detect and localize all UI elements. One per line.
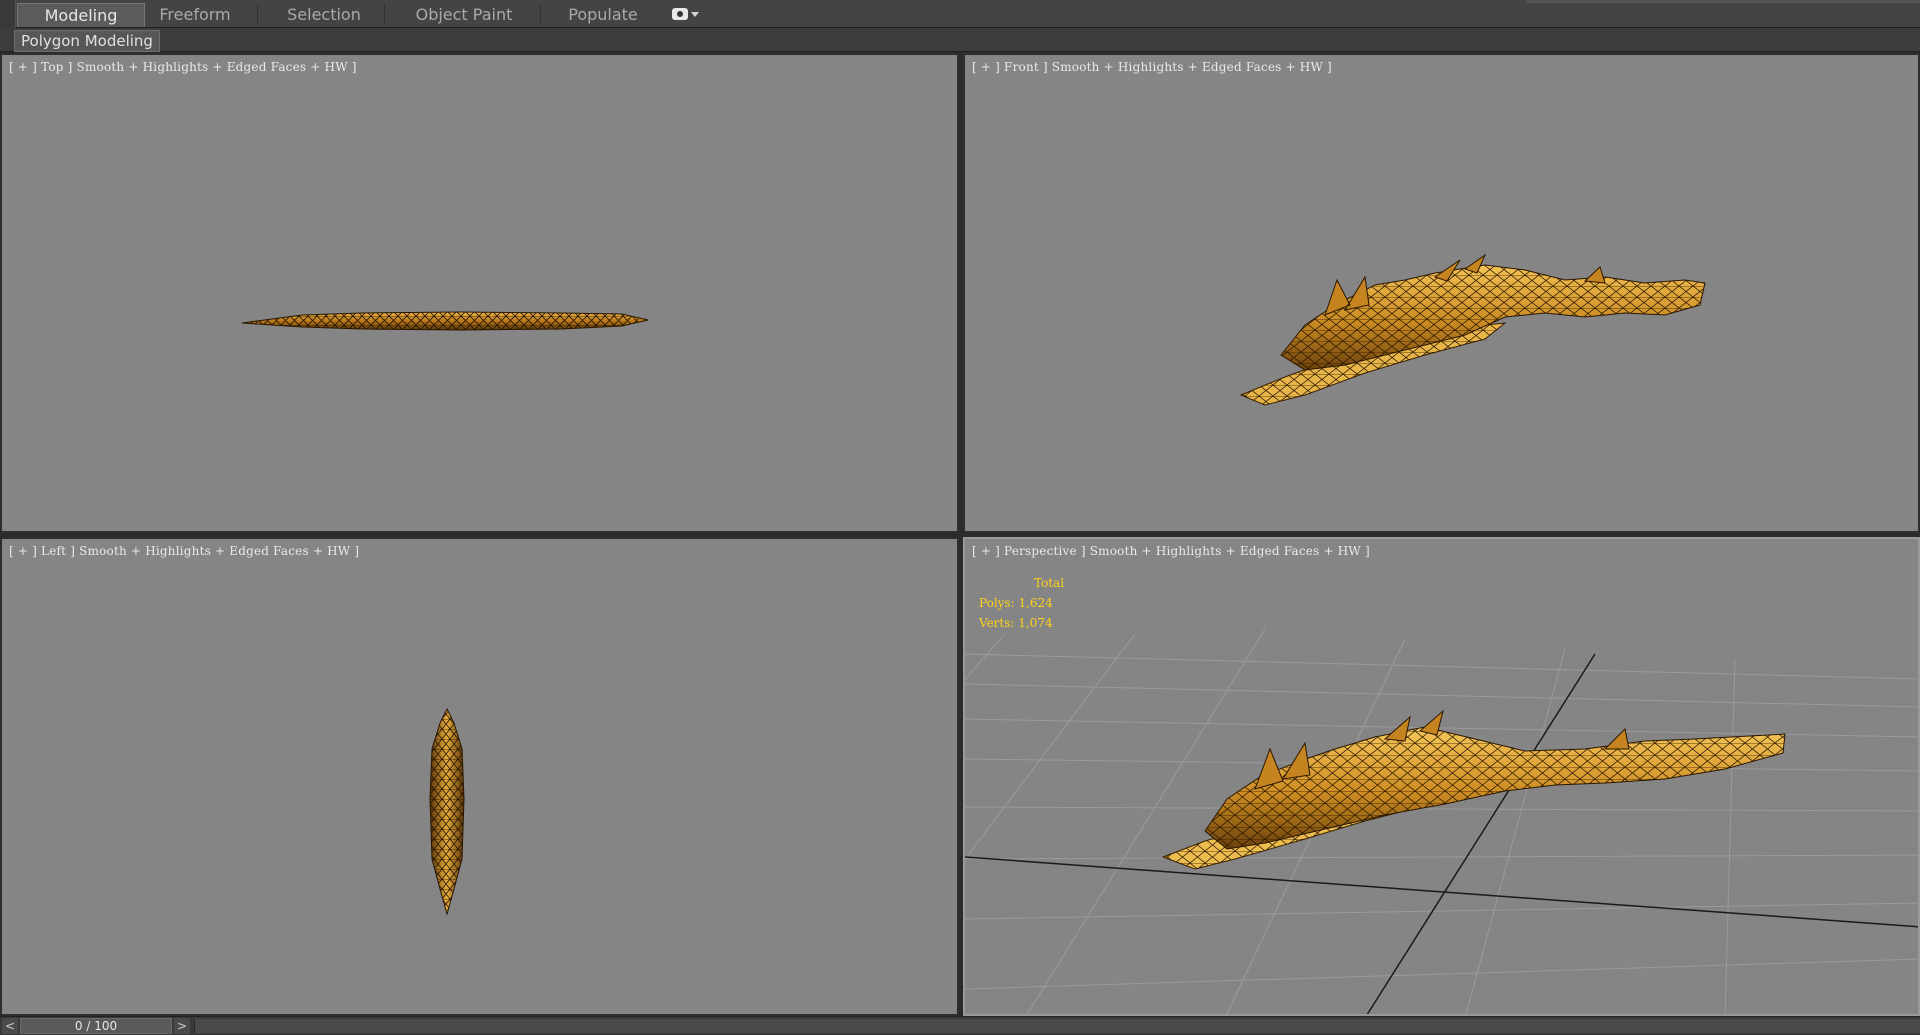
tab-divider bbox=[257, 4, 258, 24]
viewport-top[interactable]: [ + ] Top ] Smooth + Highlights + Edged … bbox=[0, 53, 959, 533]
home-grid bbox=[965, 628, 1918, 1014]
ribbon-tab-bar: Modeling Freeform Selection Object Paint… bbox=[0, 0, 1920, 28]
viewport-front[interactable]: [ + ] Front ] Smooth + Highlights + Edge… bbox=[963, 53, 1920, 533]
time-slider[interactable]: 0 / 100 bbox=[20, 1018, 172, 1034]
tab-freeform[interactable]: Freeform bbox=[145, 3, 245, 27]
time-slider-bar: < 0 / 100 > bbox=[0, 1016, 1920, 1035]
tab-selection[interactable]: Selection bbox=[270, 3, 378, 27]
viewport-perspective[interactable]: [ + ] Perspective ] Smooth + Highlights … bbox=[963, 537, 1920, 1016]
ribbon-options-button[interactable] bbox=[672, 6, 708, 22]
ribbon-edge bbox=[1527, 0, 1920, 3]
model-top-view bbox=[241, 311, 649, 331]
ribbon-grip[interactable] bbox=[0, 0, 16, 28]
tab-divider bbox=[384, 4, 385, 24]
tab-modeling[interactable]: Modeling bbox=[17, 3, 145, 27]
timeline-track[interactable] bbox=[194, 1019, 1920, 1033]
chevron-down-icon bbox=[691, 11, 699, 17]
eye-icon bbox=[672, 8, 688, 20]
tab-populate[interactable]: Populate bbox=[553, 3, 653, 27]
viewport-left[interactable]: [ + ] Left ] Smooth + Highlights + Edged… bbox=[0, 537, 959, 1016]
world-axes bbox=[965, 653, 1918, 1014]
ribbon-panel-bar: Polygon Modeling bbox=[0, 28, 1920, 52]
tab-object-paint[interactable]: Object Paint bbox=[398, 3, 530, 27]
model-left-view bbox=[429, 707, 465, 916]
tab-divider bbox=[540, 4, 541, 24]
perspective-scene bbox=[965, 628, 1918, 1014]
previous-frame-button[interactable]: < bbox=[2, 1018, 18, 1034]
next-frame-button[interactable]: > bbox=[174, 1018, 190, 1034]
polygon-modeling-panel-button[interactable]: Polygon Modeling bbox=[14, 30, 160, 52]
model-front-view bbox=[1239, 253, 1706, 406]
